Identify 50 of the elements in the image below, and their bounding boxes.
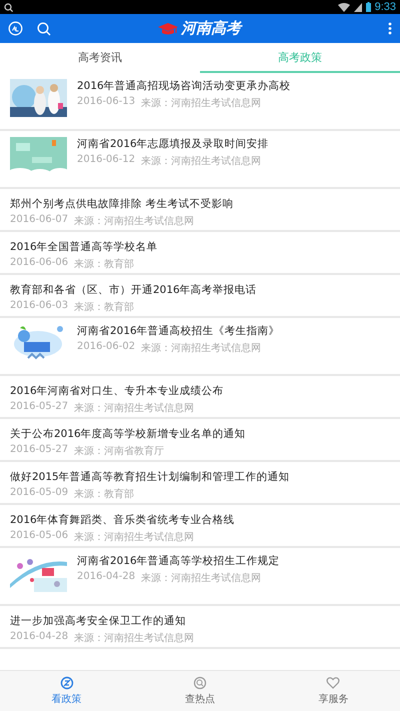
graduation-cap-icon [158, 22, 178, 34]
article-title[interactable]: 河南省2016年普通高校招生《考生指南》 [77, 324, 280, 338]
article-date: 2016-04-28 [77, 571, 136, 584]
article-date: 2016-06-12 [77, 154, 136, 167]
article-title[interactable]: 2016年普通高招现场咨询活动变更承办高校 [77, 79, 291, 93]
article-date: 2016-06-03 [10, 300, 68, 313]
article-source: 来源：河南招生考试信息网 [141, 572, 262, 585]
article-source: 来源：河南招生考试信息网 [141, 96, 262, 110]
search-icon [4, 2, 13, 12]
article-date: 2016-06-02 [77, 341, 136, 354]
more-menu-icon[interactable] [388, 22, 392, 35]
article-date: 2016-04-28 [10, 631, 68, 644]
article-date: 2016-05-06 [10, 530, 68, 543]
article-title[interactable]: 教育部和各省（区、市）开通2016年高考举报电话 [10, 283, 257, 297]
nav-tab[interactable]: 查热点 [133, 671, 267, 711]
status-time: 9:33 [374, 1, 396, 13]
heart-icon [326, 676, 340, 690]
article-source: 来源：教育部 [74, 258, 134, 271]
article-title[interactable]: 做好2015年普通高等教育招生计划编制和管理工作的通知 [10, 470, 290, 484]
article-title[interactable]: 进一步加强高考安全保卫工作的通知 [10, 614, 194, 628]
nav-tab[interactable]: 看政策 [0, 671, 134, 711]
article-source: 来源：教育部 [74, 300, 134, 314]
battery-icon [366, 2, 371, 12]
article-title[interactable]: 郑州个别考点供电故障排除 考生考试不受影响 [10, 197, 234, 211]
article-source: 来源：河南招生考试信息网 [74, 402, 194, 415]
article-source: 来源：河南省教育厅 [74, 444, 164, 458]
article-source: 来源：河南招生考试信息网 [141, 342, 262, 355]
app-title: 河南高考 [181, 19, 241, 38]
article-date: 2016-06-07 [10, 214, 68, 227]
search-icon[interactable] [37, 22, 51, 36]
article-source: 来源：河南招生考试信息网 [141, 154, 262, 168]
nav-tab[interactable]: 享服务 [266, 671, 400, 711]
wifi-icon [338, 2, 350, 12]
article-source: 来源：河南招生考试信息网 [74, 632, 194, 645]
article-title[interactable]: 关于公布2016年度高等学校新增专业名单的通知 [10, 427, 246, 441]
article-title[interactable]: 2016年体育舞蹈类、音乐类省统考专业合格线 [10, 513, 235, 527]
article-source: 来源：教育部 [74, 488, 134, 501]
article-title[interactable]: 2016年河南省对口生、专升本专业成绩公布 [10, 384, 224, 398]
article-date: 2016-06-13 [77, 96, 136, 109]
article-date: 2016-05-27 [10, 401, 68, 414]
article-title[interactable]: 河南省2016年志愿填报及录取时间安排 [77, 137, 269, 151]
article-date: 2016-05-27 [10, 444, 68, 457]
article-date: 2016-05-09 [10, 487, 68, 500]
article-title[interactable]: 河南省2016年普通高等学校招生工作规定 [77, 554, 280, 568]
article-source: 来源：河南招生考试信息网 [74, 530, 194, 544]
article-title[interactable]: 2016年全国普通高等学校名单 [10, 240, 158, 254]
signal-icon [354, 2, 362, 12]
article-date: 2016-06-06 [10, 257, 68, 270]
article-source: 来源：河南招生考试信息网 [74, 214, 194, 228]
magnifier-circle-icon [192, 676, 207, 690]
